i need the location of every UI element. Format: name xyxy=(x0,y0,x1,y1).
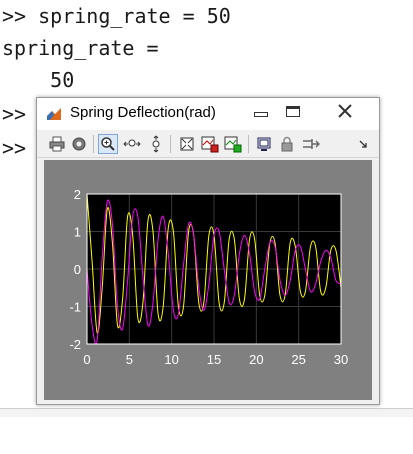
floating-scope-icon xyxy=(257,137,271,151)
restore-axes-icon xyxy=(224,136,242,153)
zoom-button[interactable] xyxy=(98,134,118,154)
time-offset-label: Time offset: xyxy=(52,440,115,454)
minimize-icon xyxy=(254,111,268,117)
lock-axes-button[interactable] xyxy=(277,134,297,154)
matlab-logo-icon xyxy=(46,106,62,122)
parameters-icon xyxy=(72,137,86,151)
toolbar-separator xyxy=(248,135,249,153)
maximize-button[interactable] xyxy=(278,101,308,121)
save-axes-icon xyxy=(201,136,219,153)
y-tick-label: 0 xyxy=(74,262,81,277)
print-icon xyxy=(49,136,65,152)
autoscale-button[interactable] xyxy=(177,134,197,154)
x-tick-label: 30 xyxy=(334,352,348,367)
minimize-button[interactable] xyxy=(246,101,276,121)
console-line: 50 xyxy=(2,68,75,92)
console-prompt[interactable]: >> xyxy=(2,136,26,160)
zoom-x-icon xyxy=(123,139,141,147)
floating-scope-button[interactable] xyxy=(254,134,274,154)
autoscale-icon xyxy=(180,137,194,151)
y-tick-label: -2 xyxy=(69,337,81,352)
time-offset-value: 0 xyxy=(122,440,129,454)
window-title: Spring Deflection(rad) xyxy=(70,104,216,121)
close-button[interactable] xyxy=(318,101,372,121)
dock-arrow-icon xyxy=(359,140,367,148)
y-tick-label: 2 xyxy=(74,187,81,202)
signal-selector-icon xyxy=(303,139,320,149)
close-icon xyxy=(338,104,352,118)
x-tick-label: 5 xyxy=(126,352,133,367)
x-tick-label: 15 xyxy=(207,352,221,367)
toolbar-separator xyxy=(170,135,171,153)
plot-area: 0 5 10 15 20 25 30 2 1 0 -1 -2 Time offset: 0 xyxy=(44,160,372,454)
zoom-x-button[interactable] xyxy=(122,134,142,154)
zoom-icon xyxy=(101,137,115,151)
scope-chart[interactable]: 0 5 10 15 20 25 30210-1-2 xyxy=(44,160,372,400)
print-button[interactable] xyxy=(47,134,67,154)
time-offset: Time offset: 0 xyxy=(52,440,129,454)
title-bar[interactable]: Spring Deflection(rad) xyxy=(37,98,379,130)
y-tick-label: 1 xyxy=(74,225,81,240)
console-line: spring_rate = xyxy=(2,36,159,60)
zoom-y-button[interactable] xyxy=(146,134,166,154)
toolbar-separator xyxy=(93,135,94,153)
x-tick-label: 10 xyxy=(164,352,178,367)
x-tick-label: 0 xyxy=(83,352,90,367)
signal-selector-button[interactable] xyxy=(301,134,321,154)
status-bar xyxy=(0,409,413,417)
lock-axes-icon xyxy=(281,136,293,152)
x-tick-label: 25 xyxy=(291,352,305,367)
scope-window[interactable]: Spring Deflection(rad) 0 5 10 15 20 25 3… xyxy=(36,97,380,454)
console-prompt[interactable]: >> xyxy=(2,102,26,126)
parameters-button[interactable] xyxy=(69,134,89,154)
console-line: >> spring_rate = 50 xyxy=(2,4,231,28)
dock-button[interactable] xyxy=(353,134,373,154)
x-tick-label: 20 xyxy=(249,352,263,367)
maximize-icon xyxy=(286,105,300,117)
restore-axes-button[interactable] xyxy=(223,134,243,154)
save-axes-button[interactable] xyxy=(200,134,220,154)
scope-toolbar xyxy=(37,131,379,158)
y-tick-label: -1 xyxy=(69,300,81,315)
zoom-y-icon xyxy=(152,135,160,153)
